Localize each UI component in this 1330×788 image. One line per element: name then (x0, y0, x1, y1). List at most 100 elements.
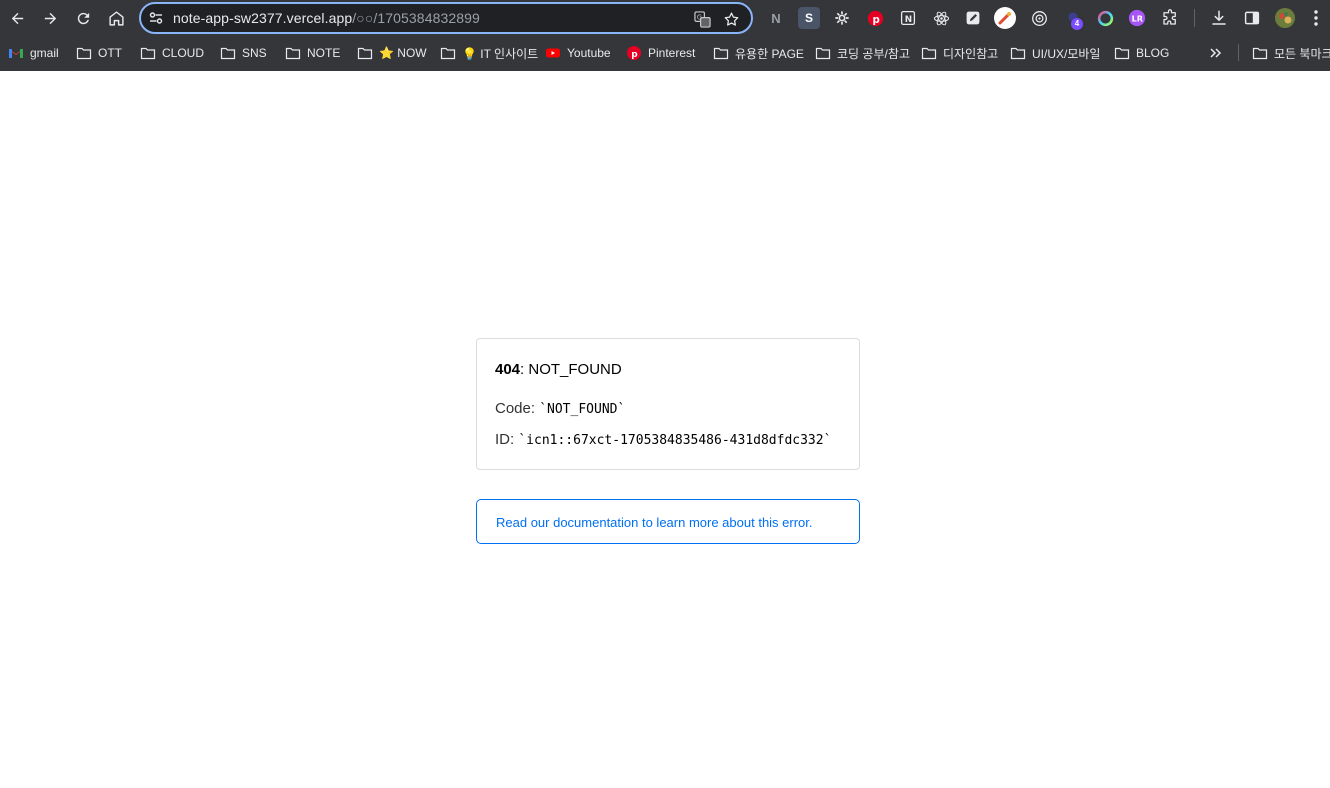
folder-icon (220, 47, 236, 60)
extension-badge-count: 4 (1071, 18, 1083, 30)
bookmark-folder[interactable]: 디자인참고 (921, 44, 998, 62)
bookmarks-divider (1238, 44, 1239, 61)
extension-s-icon[interactable]: S (798, 7, 820, 29)
bookmark-folder[interactable]: 코딩 공부/참고 (815, 44, 910, 62)
error-id-label: ID: (495, 431, 515, 448)
profile-avatar-icon[interactable] (1274, 7, 1296, 29)
forward-button[interactable] (37, 5, 63, 31)
bookmark-label: 디자인참고 (943, 46, 999, 61)
extension-pinterest-icon[interactable]: p (864, 7, 886, 29)
bookmark-label: gmail (30, 46, 59, 60)
reload-icon (77, 12, 89, 24)
bookmark-item[interactable]: Youtube (545, 44, 611, 62)
error-title: 404: NOT_FOUND (495, 361, 622, 378)
site-info-icon[interactable] (148, 10, 164, 26)
bookmark-folder[interactable]: CLOUD (140, 44, 204, 62)
folder-icon (285, 47, 301, 60)
bookmarks-overflow-button[interactable] (1208, 44, 1224, 62)
documentation-box: Read our documentation to learn more abo… (476, 499, 860, 544)
extension-react-icon[interactable] (930, 7, 952, 29)
bookmark-label: 유용한 PAGE (735, 46, 804, 61)
bookmark-label: UI/UX/모바일 (1032, 46, 1101, 61)
extension-n-icon[interactable]: N (765, 7, 787, 29)
bookmarks-bar: gmail OTT CLOUD SNS NOTE ⭐ NOW 💡 IT 인사이트 (0, 36, 1330, 69)
svg-text:N: N (905, 15, 912, 25)
browser-menu-icon[interactable] (1306, 7, 1326, 29)
folder-icon (357, 47, 373, 60)
toolbar-divider (1194, 9, 1195, 27)
bookmark-folder[interactable]: UI/UX/모바일 (1010, 44, 1100, 62)
extension-gear-icon[interactable] (831, 7, 853, 29)
error-code-label: Code: (495, 400, 536, 417)
svg-text:p: p (631, 50, 638, 60)
folder-icon (76, 47, 92, 60)
bookmark-item[interactable]: p Pinterest (626, 44, 695, 62)
bookmark-label: CLOUD (162, 46, 205, 60)
url-text[interactable]: note-app-sw2377.vercel.app/○○/1705384832… (173, 10, 480, 26)
home-button[interactable] (103, 5, 129, 31)
browser-chrome: note-app-sw2377.vercel.app/○○/1705384832… (0, 0, 1330, 71)
svg-text:LR: LR (1132, 14, 1144, 24)
url-path: /○○/1705384832899 (352, 10, 480, 26)
error-code-value: `NOT_FOUND` (539, 402, 626, 417)
folder-icon (440, 47, 456, 60)
extension-colorpicker-icon[interactable] (994, 7, 1016, 29)
url-host: note-app-sw2377.vercel.app (173, 10, 353, 26)
folder-icon (1114, 47, 1130, 60)
browser-toolbar: note-app-sw2377.vercel.app/○○/1705384832… (0, 0, 1330, 36)
extension-colorzilla-icon[interactable] (1094, 7, 1116, 29)
error-status-text: : NOT_FOUND (520, 361, 622, 378)
svg-text:p: p (872, 14, 879, 25)
bookmark-label: 코딩 공부/참고 (837, 46, 910, 61)
svg-text:G: G (696, 13, 701, 21)
folder-icon (921, 47, 937, 60)
folder-icon (815, 47, 831, 60)
documentation-link[interactable]: Read our documentation to learn more abo… (496, 515, 813, 530)
bookmark-folder[interactable]: NOTE (285, 44, 340, 62)
youtube-icon (546, 48, 560, 58)
bookmark-folder[interactable]: 💡 IT 인사이트 (440, 44, 538, 62)
extension-notion-icon[interactable]: N (897, 7, 919, 29)
extension-purple-icon[interactable]: LR (1126, 7, 1148, 29)
bookmark-star-icon[interactable] (722, 10, 740, 28)
extension-target-icon[interactable] (1028, 7, 1050, 29)
side-panel-icon[interactable] (1241, 7, 1263, 29)
bookmark-label: ⭐ NOW (379, 46, 427, 60)
back-button[interactable] (4, 5, 30, 31)
bookmark-label: 모든 북마크 (1274, 46, 1330, 61)
arrow-right-icon (44, 12, 56, 24)
error-id-value: `icn1::67xct-1705384835486-431d8dfdc332` (518, 433, 832, 448)
extensions-puzzle-icon[interactable] (1159, 7, 1181, 29)
download-icon[interactable] (1208, 7, 1230, 29)
extension-edit-icon[interactable] (962, 7, 984, 29)
pinterest-icon: p (627, 46, 641, 60)
translate-icon[interactable]: G (693, 10, 711, 28)
bookmark-folder[interactable]: ⭐ NOW (357, 44, 427, 62)
all-bookmarks-folder[interactable]: 모든 북마크 (1252, 44, 1330, 62)
gmail-icon (9, 49, 23, 58)
bookmark-label: NOTE (307, 46, 341, 60)
error-status-code: 404 (495, 361, 521, 378)
bookmark-label: BLOG (1136, 46, 1170, 60)
bookmark-folder[interactable]: SNS (220, 44, 267, 62)
reload-button[interactable] (70, 5, 96, 31)
bookmark-item[interactable]: gmail (8, 44, 59, 62)
error-id-line: ID: `icn1::67xct-1705384835486-431d8dfdc… (495, 431, 831, 448)
bookmark-folder[interactable]: OTT (76, 44, 122, 62)
home-icon (108, 10, 124, 26)
folder-icon (1010, 47, 1026, 60)
bookmark-folder[interactable]: BLOG (1114, 44, 1169, 62)
error-card: 404: NOT_FOUND Code: `NOT_FOUND` ID: `ic… (476, 338, 860, 470)
extension-badge-icon[interactable]: 4 (1062, 7, 1088, 30)
arrow-left-icon (11, 12, 23, 24)
error-code-line: Code: `NOT_FOUND` (495, 400, 625, 417)
folder-icon (140, 47, 156, 60)
address-bar[interactable]: note-app-sw2377.vercel.app/○○/1705384832… (139, 2, 753, 34)
bookmark-label: 💡 IT 인사이트 (462, 46, 539, 61)
bookmark-label: OTT (98, 46, 122, 60)
bookmark-folder[interactable]: 유용한 PAGE (713, 44, 804, 62)
folder-icon (1252, 47, 1268, 60)
folder-icon (713, 47, 729, 60)
bookmark-label: Pinterest (648, 46, 696, 60)
bookmark-label: Youtube (567, 46, 611, 60)
